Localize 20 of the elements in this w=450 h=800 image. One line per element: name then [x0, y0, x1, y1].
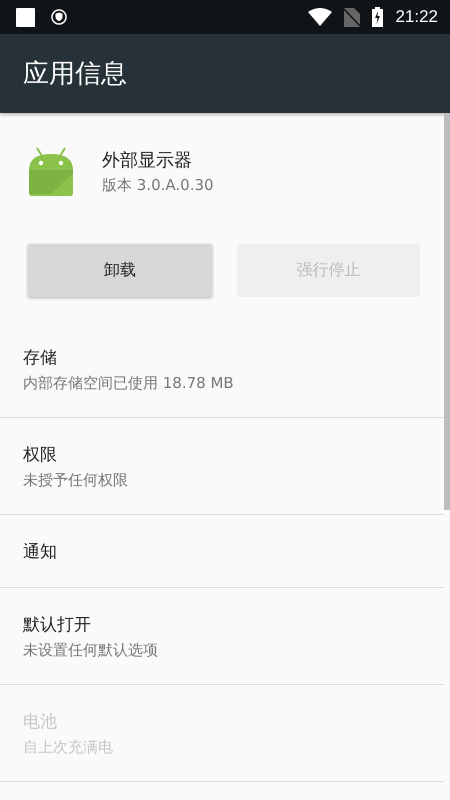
- screen-title: 应用信息: [23, 58, 127, 91]
- wifi-icon: [308, 8, 332, 26]
- battery-charging-icon: [372, 7, 384, 27]
- item-subtitle: 未设置任何默认选项: [23, 640, 159, 660]
- item-subtitle: 内部存储空间已使用 18.78 MB: [23, 374, 235, 392]
- android-app-icon: [27, 146, 75, 196]
- app-name: 外部显示器: [102, 148, 193, 172]
- no-sim-icon: [344, 8, 360, 26]
- settings-item[interactable]: 默认打开 未设置任何默认选项: [0, 588, 444, 685]
- app-version: 版本 3.0.A.0.30: [102, 176, 214, 194]
- notification-icon: [16, 8, 35, 26]
- item-title: 默认打开: [23, 614, 92, 636]
- item-title: 通知: [23, 540, 58, 562]
- item-title: 权限: [23, 444, 58, 466]
- uninstall-button[interactable]: 卸载: [28, 244, 212, 297]
- settings-item[interactable]: 通知: [0, 515, 444, 588]
- item-title: 存储: [23, 346, 58, 368]
- item-subtitle: 未授予任何权限: [23, 470, 129, 490]
- clock-time: 21:22: [395, 7, 438, 27]
- shield-icon: [51, 9, 67, 25]
